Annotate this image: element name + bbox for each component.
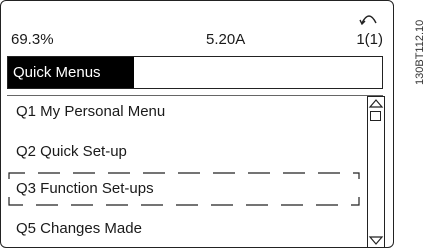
figure-id-label: 130BT112.10	[414, 19, 426, 85]
scroll-down-arrow-icon[interactable]	[368, 235, 384, 247]
menu-item-q1[interactable]: Q1 My Personal Menu	[16, 103, 165, 121]
scrollbar[interactable]	[367, 96, 385, 248]
status-speed-percent: 69.3%	[11, 31, 54, 48]
scroll-up-arrow-icon[interactable]	[368, 97, 384, 109]
status-active-setup: 1(1)	[356, 31, 383, 48]
divider	[7, 95, 383, 96]
page-title: Quick Menus	[8, 57, 134, 88]
status-motor-current: 5.20A	[206, 31, 246, 48]
lcp-display: 69.3% 5.20A 1(1) Quick Menus Q1 My Perso…	[0, 0, 394, 248]
back-arrow-icon[interactable]	[359, 11, 379, 25]
scroll-thumb[interactable]	[370, 111, 381, 121]
quick-menus-header: Quick Menus	[7, 56, 383, 89]
menu-item-q5[interactable]: Q5 Changes Made	[16, 220, 142, 238]
menu-item-q3[interactable]: Q3 Function Set-ups	[16, 180, 154, 198]
menu-item-q2[interactable]: Q2 Quick Set-up	[16, 143, 127, 161]
